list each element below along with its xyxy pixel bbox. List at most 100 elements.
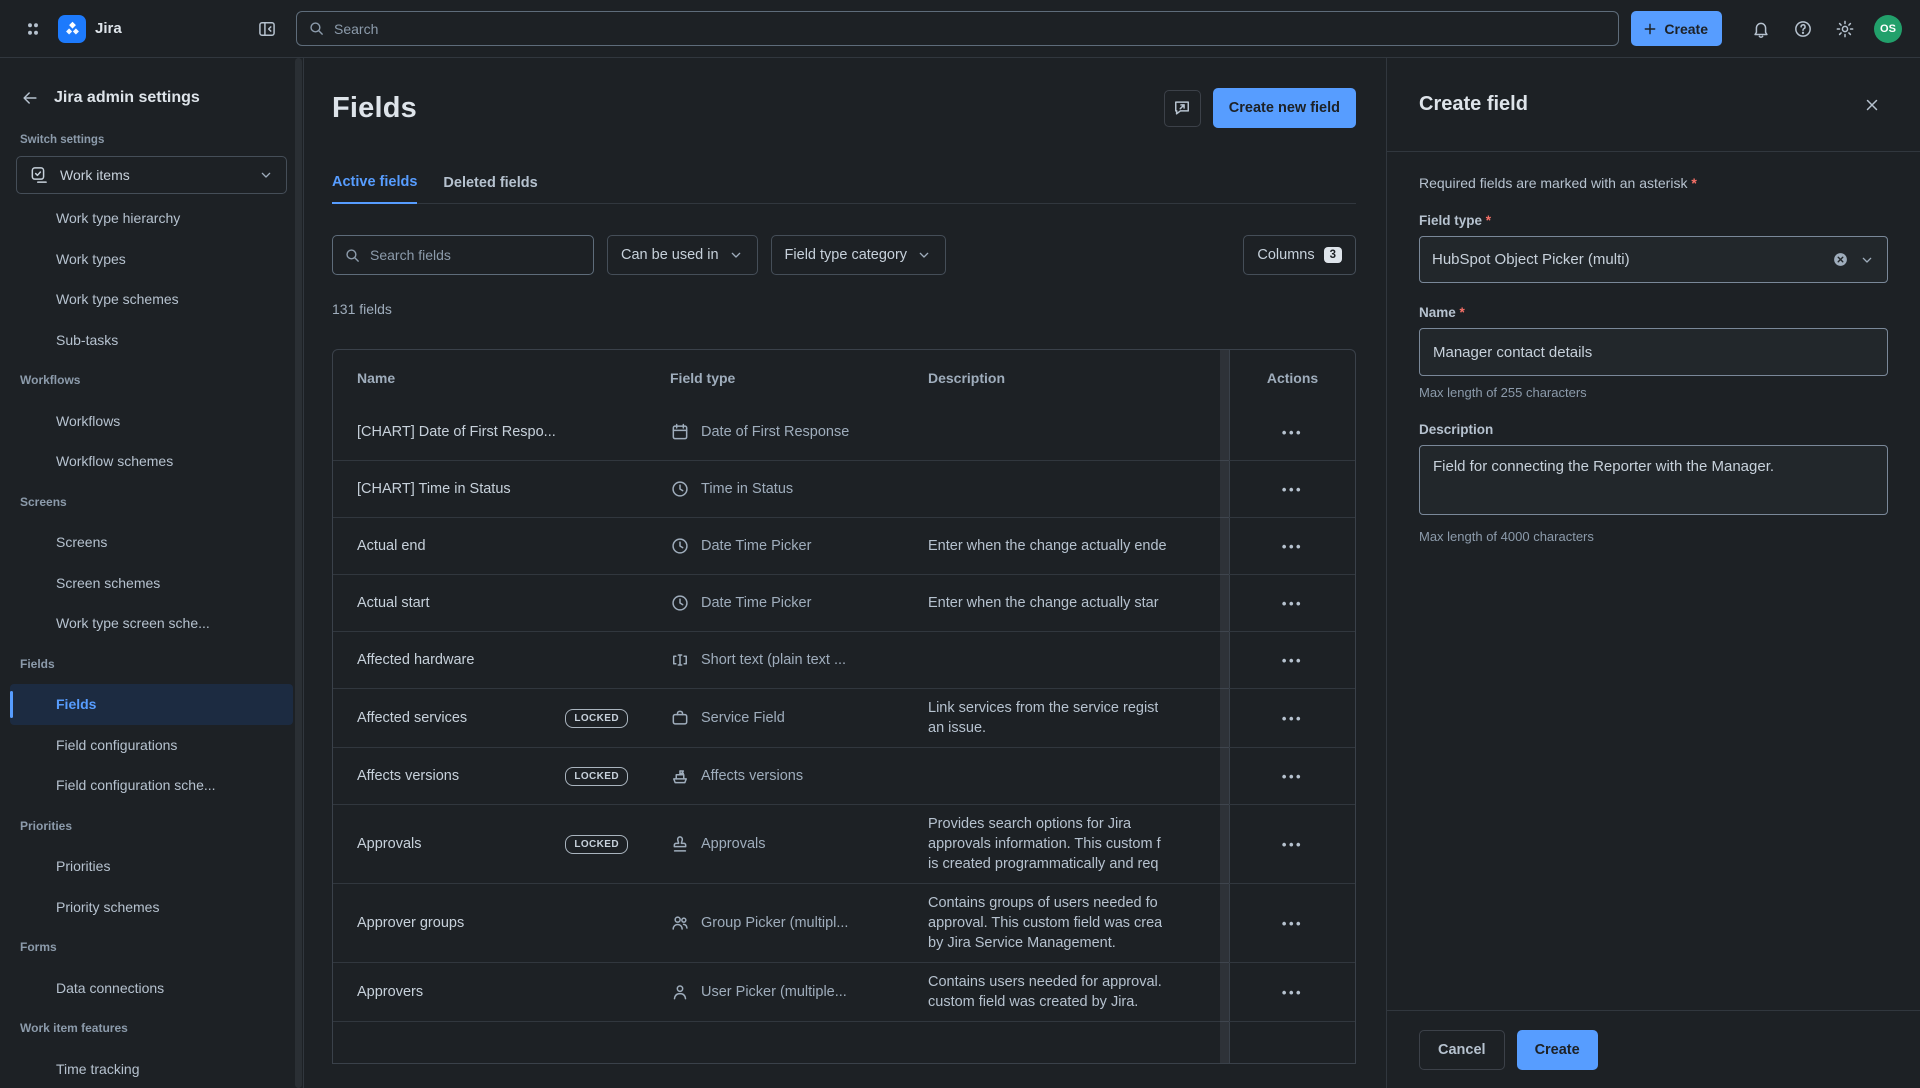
app-switcher-button[interactable] (16, 12, 50, 46)
table-row-approvers: ApproversUser Picker (multiple...Contain… (333, 962, 1355, 1021)
page-shell: Jira admin settings Switch settings Work… (0, 58, 1920, 1088)
cancel-button[interactable]: Cancel (1419, 1030, 1505, 1070)
feedback-button[interactable] (1164, 90, 1201, 127)
approvals-icon (670, 834, 690, 854)
tab-active-fields[interactable]: Active fields (332, 174, 417, 204)
row-actions-button[interactable]: ••• (1274, 421, 1311, 444)
field-description (904, 461, 1229, 517)
field-type-text: Service Field (701, 710, 785, 726)
field-type-text: Time in Status (701, 481, 793, 497)
collapse-panel-icon (257, 19, 277, 39)
description-max-length-hint: Max length of 4000 characters (1419, 529, 1888, 544)
row-actions-button[interactable]: ••• (1274, 535, 1311, 558)
row-actions-button[interactable]: ••• (1274, 707, 1311, 730)
jira-logo[interactable]: Jira (58, 15, 122, 43)
row-actions-button[interactable]: ••• (1274, 765, 1311, 788)
notifications-button[interactable] (1744, 12, 1778, 46)
field-name: Affected hardware (357, 652, 474, 668)
field-description: Contains groups of users needed foapprov… (904, 884, 1229, 962)
help-button[interactable] (1786, 12, 1820, 46)
field-description: Provides search options for Jiraapproval… (904, 805, 1229, 883)
global-create-button[interactable]: Create (1631, 11, 1722, 46)
chevron-down-icon (728, 247, 744, 263)
gear-icon (1835, 19, 1855, 39)
sidebar-item-screen-schemes[interactable]: Screen schemes (10, 563, 293, 604)
sidebar-item-work-type-schemes[interactable]: Work type schemes (10, 279, 293, 320)
topbar-right: OS (1744, 12, 1902, 46)
field-type-category-filter[interactable]: Field type category (771, 235, 947, 275)
clock-icon (670, 536, 690, 556)
row-actions-button[interactable]: ••• (1274, 981, 1311, 1004)
sidebar-item-priorities[interactable]: Priorities (10, 846, 293, 887)
filter-label: Can be used in (621, 247, 719, 263)
sidebar-item-data-connections[interactable]: Data connections (10, 968, 293, 1009)
row-actions-button[interactable]: ••• (1274, 478, 1311, 501)
search-fields-input[interactable] (370, 247, 582, 263)
required-note-text: Required fields are marked with an aster… (1419, 175, 1687, 191)
group-icon (670, 913, 690, 933)
main-content: Fields Create new field Active fieldsDel… (304, 58, 1386, 1088)
column-header-field-type[interactable]: Field type (646, 350, 904, 406)
row-actions-button[interactable]: ••• (1274, 649, 1311, 672)
table-row-approver-groups: Approver groupsGroup Picker (multipl...C… (333, 883, 1355, 962)
sidebar-item-field-configurations[interactable]: Field configurations (10, 725, 293, 766)
field-description: Link services from the service registan … (904, 689, 1229, 747)
global-search-input[interactable] (334, 21, 1607, 37)
field-description (904, 632, 1229, 688)
column-header-description[interactable]: Description (904, 350, 1229, 406)
description-textarea[interactable]: Field for connecting the Reporter with t… (1419, 445, 1888, 515)
plus-icon (1642, 21, 1658, 37)
versions-icon (670, 766, 690, 786)
global-search[interactable] (296, 11, 1619, 46)
sidebar-item-workflows[interactable]: Workflows (10, 401, 293, 442)
search-icon (344, 247, 361, 264)
sidebar-item-work-types[interactable]: Work types (10, 239, 293, 280)
table-row-chart-date-of-first-respo: [CHART] Date of First Respo...Date of Fi… (333, 404, 1355, 460)
close-panel-button[interactable] (1856, 89, 1888, 121)
create-new-field-button[interactable]: Create new field (1213, 88, 1356, 128)
search-fields[interactable] (332, 235, 594, 275)
fields-count: 131 fields (332, 301, 1356, 317)
settings-button[interactable] (1828, 12, 1862, 46)
sidebar-item-work-type-hierarchy[interactable]: Work type hierarchy (10, 198, 293, 239)
user-avatar[interactable]: OS (1874, 15, 1902, 43)
sidebar-item-sub-tasks[interactable]: Sub-tasks (10, 320, 293, 361)
field-type-value: HubSpot Object Picker (multi) (1432, 251, 1822, 268)
column-header-name[interactable]: Name (333, 350, 646, 406)
sidebar-item-field-configuration-sche[interactable]: Field configuration sche... (10, 765, 293, 806)
sidebar-section-fields: Fields (0, 644, 303, 685)
sidebar-item-priority-schemes[interactable]: Priority schemes (10, 887, 293, 928)
panel-title: Create field (1419, 93, 1856, 116)
table-body: [CHART] Date of First Respo...Date of Fi… (333, 404, 1355, 1063)
sidebar-item-work-type-screen-sche[interactable]: Work type screen sche... (10, 603, 293, 644)
global-create-label: Create (1664, 21, 1708, 37)
clear-selection-icon[interactable] (1832, 251, 1849, 268)
can-be-used-in-filter[interactable]: Can be used in (607, 235, 758, 275)
field-type-select[interactable]: HubSpot Object Picker (multi) (1419, 236, 1888, 283)
table-scrollbar[interactable] (1220, 350, 1229, 1063)
required-asterisk: * (1691, 175, 1696, 191)
row-actions-button[interactable]: ••• (1274, 912, 1311, 935)
sidebar-item-screens[interactable]: Screens (10, 522, 293, 563)
columns-button[interactable]: Columns 3 (1243, 235, 1356, 275)
sidebar-scrollbar[interactable] (295, 58, 302, 1088)
sidebar-item-time-tracking[interactable]: Time tracking (10, 1049, 293, 1088)
required-asterisk: * (1486, 213, 1491, 228)
sidebar-item-fields[interactable]: Fields (10, 684, 293, 725)
back-arrow-icon[interactable] (20, 88, 40, 108)
sidebar-nav: Work type hierarchyWork typesWork type s… (0, 198, 303, 1088)
tabs: Active fields Deleted fields (332, 174, 1356, 204)
tab-deleted-fields[interactable]: Deleted fields (443, 174, 537, 203)
sidebar-item-workflow-schemes[interactable]: Workflow schemes (10, 441, 293, 482)
table-row-chart-time-in-status: [CHART] Time in StatusTime in Status••• (333, 460, 1355, 517)
sidebar-section-work-item-features: Work item features (0, 1008, 303, 1049)
field-name: Affected services (357, 710, 467, 726)
row-actions-button[interactable]: ••• (1274, 592, 1311, 615)
name-input[interactable] (1419, 328, 1888, 376)
row-actions-button[interactable]: ••• (1274, 833, 1311, 856)
create-field-submit-button[interactable]: Create (1517, 1030, 1598, 1070)
collapse-sidebar-button[interactable] (250, 12, 284, 46)
settings-switcher[interactable]: Work items (16, 156, 287, 194)
required-asterisk: * (1460, 305, 1465, 320)
search-icon (308, 20, 325, 37)
